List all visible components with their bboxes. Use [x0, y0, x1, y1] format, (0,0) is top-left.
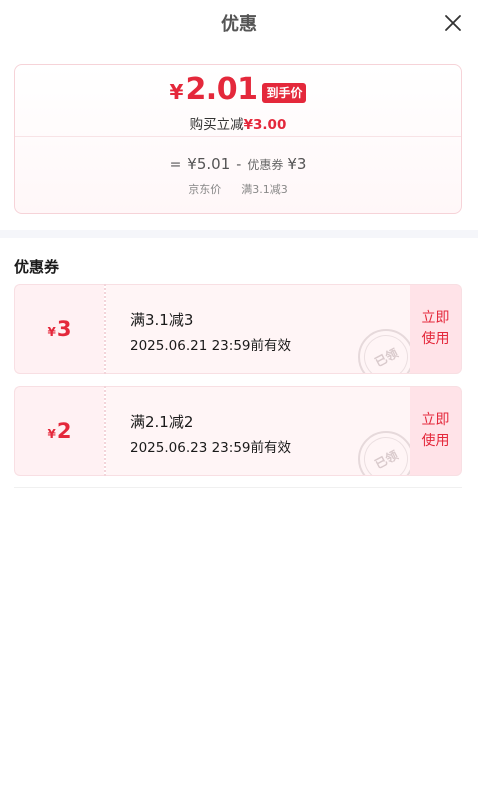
- coupon-name: 满3.1减3: [130, 311, 194, 329]
- instant-discount-label: 购买立减: [189, 117, 244, 133]
- coupon-currency: ¥: [47, 325, 56, 339]
- coupon-value: 3: [56, 317, 72, 341]
- close-button[interactable]: [442, 12, 464, 34]
- use-now-label-line2: 使用: [421, 331, 450, 347]
- sheet-header: 优惠: [0, 0, 478, 46]
- instant-discount-row: 购买立减¥3.00: [15, 113, 461, 133]
- claimed-stamp: 已领: [356, 327, 410, 373]
- price-summary-card: ¥2.01 到手价 购买立减¥3.00 = ¥5.01 - 优惠券 ¥3 京东价…: [14, 64, 462, 214]
- price-summary-top: ¥2.01 到手价 购买立减¥3.00: [15, 65, 461, 137]
- list-end-divider: [14, 487, 462, 488]
- instant-discount-amount: ¥3.00: [243, 117, 287, 133]
- final-price-row: ¥2.01 到手价: [15, 75, 461, 105]
- price-formula-captions: 京东价 满3.1减3: [15, 181, 461, 197]
- coupon-amount: ¥3: [14, 284, 104, 374]
- sheet-title: 优惠: [221, 14, 257, 35]
- formula-minus: -: [236, 157, 242, 173]
- use-now-button[interactable]: 立即 使用: [410, 386, 462, 476]
- coupon-details: 满3.1减3 2025.06.21 23:59前有效 已领: [106, 284, 410, 374]
- coupon-expiry: 2025.06.23 23:59前有效: [130, 440, 291, 456]
- use-now-button[interactable]: 立即 使用: [410, 284, 462, 374]
- close-icon: [445, 15, 461, 31]
- coupon-caption: 满3.1减3: [241, 183, 288, 196]
- use-now-label-line1: 立即: [421, 310, 450, 326]
- coupon-currency: ¥: [47, 427, 56, 441]
- coupon-sheet: 优惠 ¥2.01 到手价 购买立减¥3.00 = ¥5.01 - 优惠券 ¥3: [0, 0, 478, 807]
- coupon-card: ¥2 满2.1减2 2025.06.23 23:59前有效 已领 立即 使用: [14, 386, 462, 476]
- final-price-currency: ¥: [169, 80, 184, 104]
- section-divider: [0, 230, 478, 238]
- coupons-section-title: 优惠券: [14, 258, 60, 276]
- coupon-expiry: 2025.06.21 23:59前有效: [130, 338, 291, 354]
- claimed-stamp-label: 已领: [356, 327, 410, 373]
- formula-original-price: ¥5.01: [187, 155, 231, 173]
- original-price-caption: 京东价: [188, 183, 222, 196]
- coupon-card: ¥3 满3.1减3 2025.06.21 23:59前有效 已领 立即 使用: [14, 284, 462, 374]
- use-now-label-line1: 立即: [421, 412, 450, 428]
- final-price: ¥2.01: [170, 75, 258, 105]
- price-formula: = ¥5.01 - 优惠券 ¥3: [15, 155, 461, 173]
- claimed-stamp-label: 已领: [356, 429, 410, 475]
- formula-equals: =: [169, 157, 182, 173]
- final-price-badge: 到手价: [262, 83, 307, 103]
- coupon-details: 满2.1减2 2025.06.23 23:59前有效 已领: [106, 386, 410, 476]
- coupon-value: 2: [56, 419, 72, 443]
- coupon-amount: ¥2: [14, 386, 104, 476]
- use-now-label-line2: 使用: [421, 433, 450, 449]
- claimed-stamp: 已领: [356, 429, 410, 475]
- final-price-value: 2.01: [185, 72, 258, 107]
- coupon-name: 满2.1减2: [130, 413, 194, 431]
- formula-coupon-label: 优惠券: [247, 158, 284, 172]
- formula-coupon-value: ¥3: [287, 155, 307, 173]
